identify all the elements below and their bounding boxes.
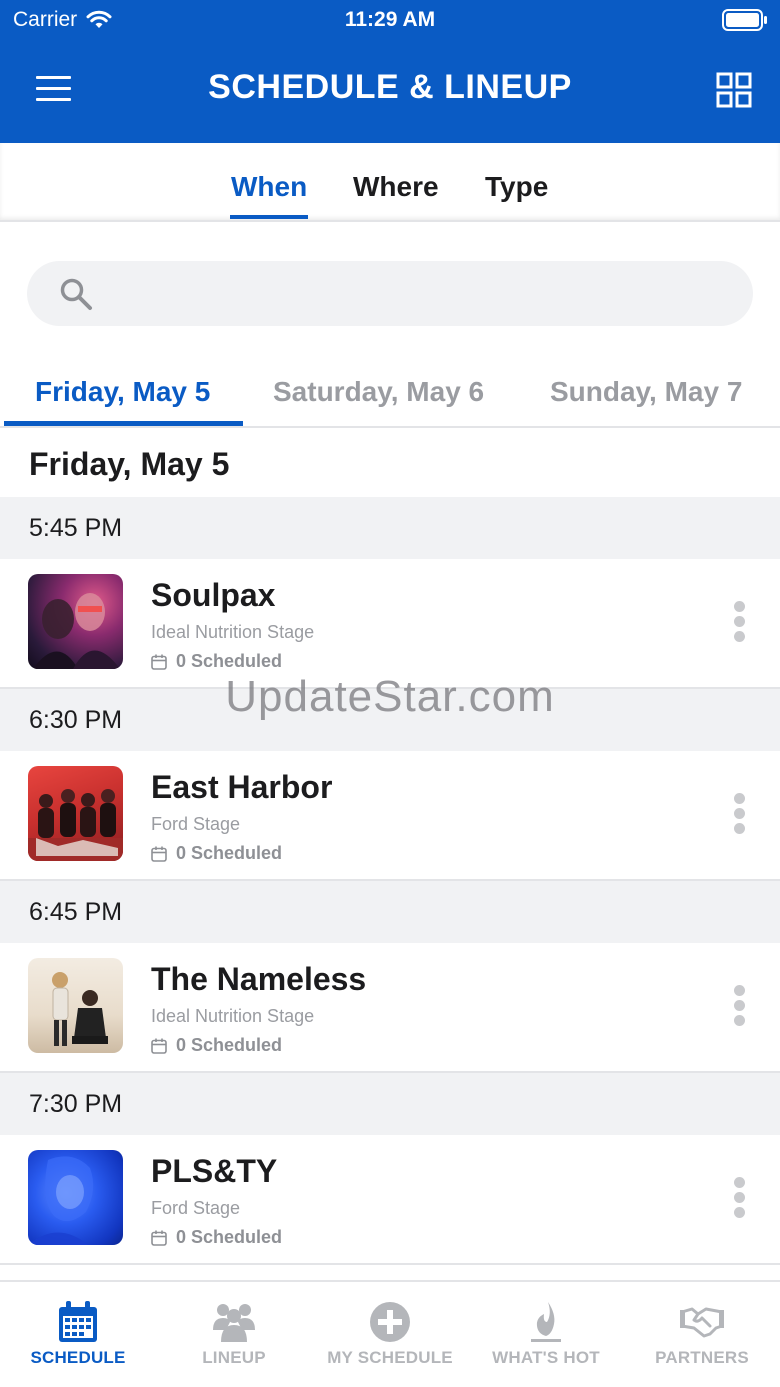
grid-view-icon[interactable] [716, 72, 752, 108]
time-header: 7:30 PM [0, 1073, 780, 1135]
scheduled-label: 0 Scheduled [176, 1227, 283, 1247]
tab-label: SCHEDULE [30, 1348, 126, 1367]
schedule-list: 5:45 PM Soulpax Ideal Nutrition Stage 0 … [0, 497, 780, 1265]
scheduled-label: 0 Scheduled [176, 843, 283, 863]
scheduled-count: 0 Scheduled [151, 651, 282, 672]
app-header: SCHEDULE & LINEUP [0, 40, 780, 143]
tab-where[interactable]: Where [353, 171, 439, 203]
artist-photo [28, 574, 123, 669]
tab-lineup[interactable]: LINEUP [156, 1282, 312, 1382]
scheduled-label: 0 Scheduled [176, 1035, 283, 1055]
date-tabs: Friday, May 5 Saturday, May 6 Sunday, Ma… [0, 360, 780, 428]
day-heading: Friday, May 5 [29, 446, 230, 482]
status-bar: Carrier 11:29 AM [0, 0, 780, 40]
handshake-icon [680, 1307, 724, 1338]
tab-my-schedule[interactable]: MY SCHEDULE [312, 1282, 468, 1382]
tab-label: PARTNERS [655, 1348, 749, 1367]
people-icon [213, 1304, 255, 1342]
time-header: 6:45 PM [0, 881, 780, 943]
list-item[interactable]: The Nameless Ideal Nutrition Stage 0 Sch… [0, 943, 780, 1073]
scheduled-count: 0 Scheduled [151, 1227, 282, 1248]
tab-label: WHAT'S HOT [492, 1348, 600, 1367]
battery-icon [722, 9, 767, 31]
tab-partners[interactable]: PARTNERS [624, 1282, 780, 1382]
tab-type[interactable]: Type [485, 171, 548, 203]
scheduled-count: 0 Scheduled [151, 843, 282, 864]
stage-name: Ideal Nutrition Stage [151, 622, 315, 642]
more-options-icon[interactable] [734, 793, 746, 841]
page-title: SCHEDULE & LINEUP [208, 68, 572, 106]
more-options-icon[interactable] [734, 601, 746, 649]
tab-label: MY SCHEDULE [327, 1348, 453, 1367]
search-icon [60, 278, 92, 310]
stage-name: Ford Stage [151, 1198, 241, 1218]
more-options-icon[interactable] [734, 1177, 746, 1225]
date-tab-indicator [4, 421, 243, 426]
calendar-small-icon [151, 846, 167, 862]
artist-photo [28, 1150, 123, 1245]
calendar-small-icon [151, 1038, 167, 1054]
stage-name: Ideal Nutrition Stage [151, 1006, 315, 1026]
artist-name: The Nameless [151, 961, 367, 997]
scheduled-label: 0 Scheduled [176, 651, 283, 671]
list-item[interactable]: East Harbor Ford Stage 0 Scheduled [0, 751, 780, 881]
tab-schedule[interactable]: SCHEDULE [0, 1282, 156, 1382]
artist-photo [28, 766, 123, 861]
scheduled-count: 0 Scheduled [151, 1035, 282, 1056]
calendar-small-icon [151, 654, 167, 670]
tab-when[interactable]: When [229, 171, 309, 219]
flame-icon [531, 1302, 561, 1342]
tab-label: LINEUP [202, 1348, 266, 1367]
filter-tabs: When Where Type [0, 143, 780, 222]
calendar-small-icon [151, 1230, 167, 1246]
clock: 11:29 AM [344, 8, 436, 31]
time-header: 5:45 PM [0, 497, 780, 559]
artist-photo [28, 958, 123, 1053]
more-options-icon[interactable] [734, 985, 746, 1033]
date-tab-friday[interactable]: Friday, May 5 [35, 376, 210, 408]
plus-circle-icon [370, 1302, 410, 1342]
time-header: 6:30 PM [0, 689, 780, 751]
artist-name: PLS&TY [151, 1153, 278, 1189]
date-tab-saturday[interactable]: Saturday, May 6 [273, 376, 484, 408]
calendar-icon [59, 1301, 97, 1342]
search-input[interactable] [27, 261, 753, 326]
bottom-tab-bar: SCHEDULE LINEUP MY SCHEDULE WHAT'S HOT P… [0, 1280, 780, 1387]
artist-name: Soulpax [151, 577, 276, 613]
list-item[interactable]: Soulpax Ideal Nutrition Stage 0 Schedule… [0, 559, 780, 689]
date-tab-sunday[interactable]: Sunday, May 7 [550, 376, 742, 408]
tab-whats-hot[interactable]: WHAT'S HOT [468, 1282, 624, 1382]
stage-name: Ford Stage [151, 814, 241, 834]
list-item[interactable]: PLS&TY Ford Stage 0 Scheduled [0, 1135, 780, 1265]
artist-name: East Harbor [151, 769, 333, 805]
